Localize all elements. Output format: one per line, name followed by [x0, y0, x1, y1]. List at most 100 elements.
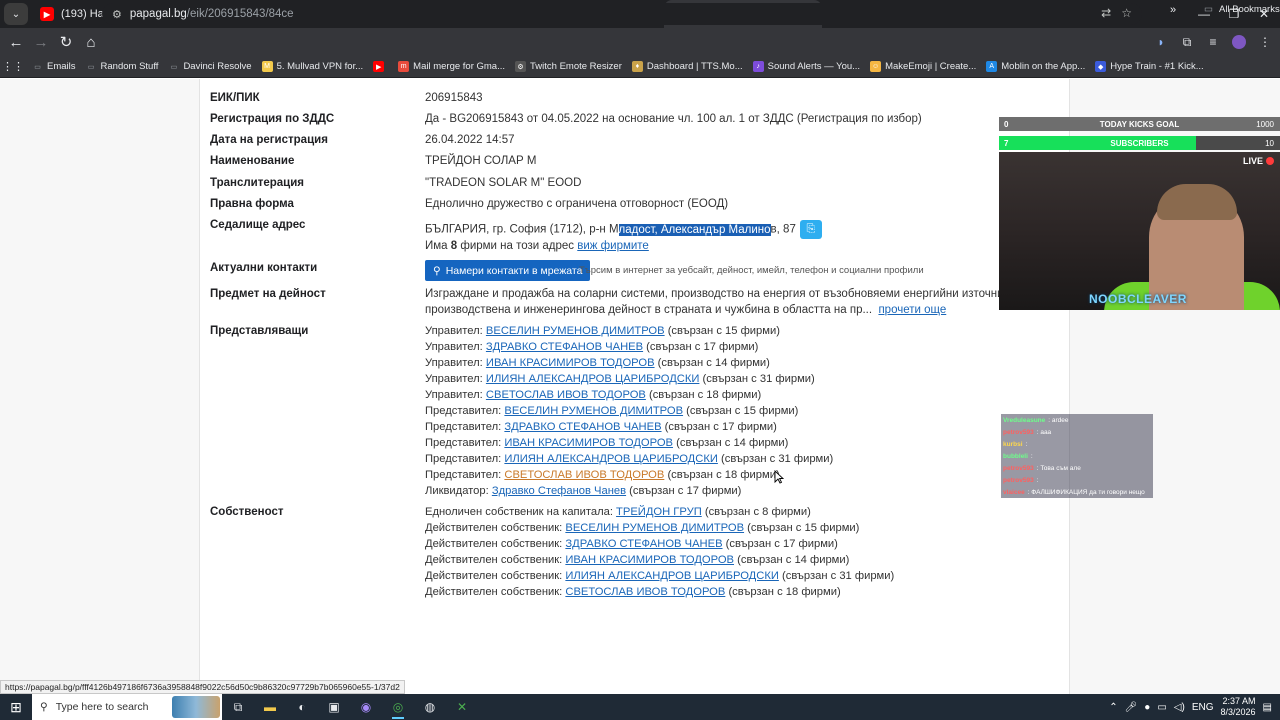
owner-role: Едноличен собственик на капитала: [425, 506, 617, 518]
chat-text: : ardee [1048, 416, 1069, 424]
owner-row: Действителен собственик: СВЕТОСЛАВ ИВОВ … [425, 586, 841, 598]
rep-name-link[interactable]: ЗДРАВКО СТЕФАНОВ ЧАНЕВ [486, 341, 643, 353]
app-icon[interactable]: ◐ [286, 694, 318, 720]
read-more-link[interactable]: прочети още [878, 304, 946, 316]
address-bar[interactable]: ⚙ papagal.bg/eik/206915843/84ce ⇄ ☆ [102, 3, 1142, 25]
bookmark-item[interactable]: M 5. Mullvad VPN for... [261, 61, 363, 72]
rep-row: Представител: ЗДРАВКО СТЕФАНОВ ЧАНЕВ (св… [425, 421, 777, 433]
microphone-icon[interactable]: 🎤︎ [1125, 702, 1138, 713]
rep-name-link[interactable]: ВЕСЕЛИН РУМЕНОВ ДИМИТРОВ [486, 325, 665, 337]
makeemoji-icon: ☺ [870, 61, 882, 72]
bookmark-item[interactable]: ☺ MakeEmoji | Create... [870, 61, 976, 72]
language-indicator[interactable]: ENG [1192, 702, 1214, 713]
bookmark-star-icon[interactable]: ☆ [1121, 6, 1132, 20]
chrome-icon[interactable]: ◎ [382, 694, 414, 720]
vat-label: Регистрация по ЗДДС [210, 113, 335, 125]
forward-icon[interactable]: → [29, 30, 53, 54]
file-explorer-icon[interactable]: ▬ [254, 694, 286, 720]
bookmark-label: Davinci Resolve [183, 61, 252, 72]
soundalerts-icon: ♪ [752, 61, 764, 72]
site-info-icon[interactable]: ⚙ [112, 8, 122, 21]
tray-app-icon[interactable]: ● [1144, 702, 1150, 713]
chat-text: : ФАЛШИФИКАЦИЯ да ти говори нещо [1027, 488, 1145, 496]
find-contacts-button[interactable]: ⚲ Намери контакти в мрежата [425, 260, 591, 281]
taskbar-search[interactable]: ⚲ Type here to search [32, 694, 222, 720]
rep-role: Представител: [425, 421, 505, 433]
address-text: БЪЛГАРИЯ, гр. София (1712), р-н М [425, 223, 619, 236]
bookmark-item[interactable]: ▭ Emails [32, 61, 75, 72]
volume-icon[interactable]: ◁) [1174, 702, 1185, 713]
rep-name-link[interactable]: ИВАН КРАСИМИРОВ ТОДОРОВ [504, 437, 673, 449]
app-icon[interactable]: ◉ [350, 694, 382, 720]
translit-value: "TRADEON SOLAR M" EOOD [425, 177, 582, 189]
kicks-goal-bar: 0 TODAY KICKS GOAL 1000 [999, 117, 1280, 131]
owner-name-link[interactable]: ТРЕЙДОН ГРУП [616, 506, 702, 518]
bookmark-item[interactable]: ▶ [373, 61, 388, 72]
rep-role: Управител: [425, 341, 486, 353]
view-companies-link[interactable]: виж фирмите [577, 240, 649, 252]
rep-name-link[interactable]: ВЕСЕЛИН РУМЕНОВ ДИМИТРОВ [504, 405, 683, 417]
tab-search-button[interactable]: ⌄ [4, 3, 28, 25]
browser-menu-icon[interactable]: ⋮ [1256, 33, 1274, 51]
owner-name-link[interactable]: СВЕТОСЛАВ ИВОВ ТОДОРОВ [565, 586, 725, 598]
rep-row: Управител: ЗДРАВКО СТЕФАНОВ ЧАНЕВ (свърз… [425, 341, 758, 353]
bookmark-label: Random Stuff [100, 61, 159, 72]
owner-name-link[interactable]: ВЕСЕЛИН РУМЕНОВ ДИМИТРОВ [565, 522, 744, 534]
rep-role: Управител: [425, 373, 486, 385]
copy-address-icon[interactable]: ⎘ [799, 220, 822, 239]
rep-note: (свързан с 14 фирми) [654, 357, 770, 369]
rep-name-link[interactable]: ИВАН КРАСИМИРОВ ТОДОРОВ [486, 357, 655, 369]
rep-name-link[interactable]: СВЕТОСЛАВ ИВОВ ТОДОРОВ [504, 469, 664, 481]
extensions-puzzle-icon[interactable]: ⧉ [1178, 33, 1196, 51]
owner-name-link[interactable]: ИЛИЯН АЛЕКСАНДРОВ ЦАРИБРОДСКИ [565, 570, 779, 582]
owner-row: Действителен собственик: ИЛИЯН АЛЕКСАНДР… [425, 570, 894, 582]
folder-icon: ▭ [34, 63, 41, 71]
bookmark-item[interactable]: ▭ Davinci Resolve [168, 61, 252, 72]
contacts-hint: Търсим в интернет за уебсайт, дейност, и… [579, 265, 924, 276]
bookmark-item[interactable]: ▭ Random Stuff [86, 61, 159, 72]
network-icon[interactable]: ▭ [1157, 702, 1166, 713]
live-dot-icon [1266, 157, 1274, 165]
profile-avatar-icon[interactable] [1230, 33, 1248, 51]
chat-message: petrov593: [1001, 474, 1153, 486]
all-bookmarks-button[interactable]: ▭ All Bookmarks [1204, 4, 1280, 15]
more-bookmarks-icon[interactable]: » [1170, 4, 1176, 16]
home-icon[interactable]: ⌂ [79, 30, 103, 54]
clock[interactable]: 2:37 AM 8/3/2026 [1221, 696, 1256, 718]
owner-name-link[interactable]: ИВАН КРАСИМИРОВ ТОДОРОВ [565, 554, 734, 566]
bookmark-item[interactable]: ♪ Sound Alerts — You... [752, 61, 860, 72]
stream-overlay: 0 TODAY KICKS GOAL 1000 7 SUBSCRIBERS 10… [999, 117, 1280, 310]
xbox-icon[interactable]: ✕ [446, 694, 478, 720]
bookmark-item[interactable]: ◆ Hype Train - #1 Kick... [1095, 61, 1204, 72]
rep-name-link[interactable]: Здравко Стефанов Чанев [492, 485, 626, 497]
rep-name-link[interactable]: ИЛИЯН АЛЕКСАНДРОВ ЦАРИБРОДСКИ [486, 373, 700, 385]
stream-chat: Vreduleasune: ardee petrov593: ааа kurbsi:… [1001, 414, 1153, 498]
chat-message: petrov593: ааа [1001, 426, 1153, 438]
bookmark-item[interactable]: ⚙ Twitch Emote Resizer [515, 61, 622, 72]
rep-name-link[interactable]: СВЕТОСЛАВ ИВОВ ТОДОРОВ [486, 389, 646, 401]
notifications-icon[interactable]: ▤ [1263, 702, 1272, 713]
tts-icon: ♦ [631, 61, 643, 72]
rep-role: Ликвидатор: [425, 485, 492, 497]
owner-name-link[interactable]: ЗДРАВКО СТЕФАНОВ ЧАНЕВ [565, 538, 722, 550]
store-icon[interactable]: ▣ [318, 694, 350, 720]
apps-grid-icon[interactable]: ⋮⋮ [2, 60, 24, 74]
windows-start-icon[interactable]: ⊞ [0, 694, 32, 720]
left-margin [0, 79, 200, 694]
bookmark-label: Mail merge for Gma... [413, 61, 506, 72]
back-icon[interactable]: ← [4, 30, 28, 54]
app-icon[interactable]: ◍ [414, 694, 446, 720]
rep-name-link[interactable]: ИЛИЯН АЛЕКСАНДРОВ ЦАРИБРОДСКИ [504, 453, 718, 465]
rep-name-link[interactable]: ЗДРАВКО СТЕФАНОВ ЧАНЕВ [504, 421, 661, 433]
extension-icon[interactable]: ◗ [1152, 33, 1170, 51]
url-domain: papagal.bg [129, 8, 187, 20]
bookmark-item[interactable]: A Moblin on the App... [986, 61, 1085, 72]
tray-overflow-icon[interactable]: ⌃ [1109, 702, 1117, 713]
bookmark-item[interactable]: m Mail merge for Gma... [398, 61, 505, 72]
translate-icon[interactable]: ⇄ [1101, 6, 1111, 20]
bookmark-item[interactable]: ♦ Dashboard | TTS.Mo... [631, 61, 743, 72]
reading-list-icon[interactable]: ≡ [1204, 33, 1222, 51]
task-view-icon[interactable]: ⧉ [222, 694, 254, 720]
reload-icon[interactable]: ↻ [54, 30, 78, 54]
taskbar-search-placeholder: Type here to search [55, 701, 149, 713]
